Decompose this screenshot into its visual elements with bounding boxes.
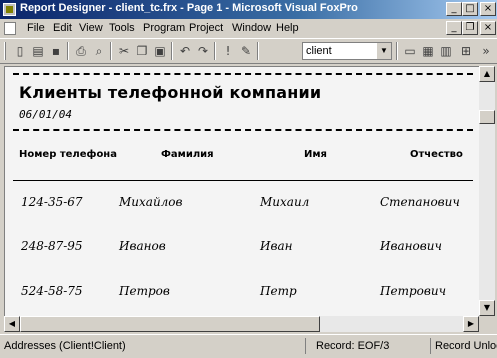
- status-record: Record: EOF/3: [316, 340, 390, 352]
- header-first-name[interactable]: Имя: [304, 149, 327, 160]
- report-title[interactable]: Клиенты телефонной компании: [19, 83, 321, 102]
- chevron-down-icon[interactable]: ▼: [376, 43, 391, 59]
- cell-first-name[interactable]: Иван: [260, 239, 293, 253]
- print-preview-icon[interactable]: ⌕: [91, 43, 107, 59]
- scroll-up-icon[interactable]: ▲: [479, 66, 495, 82]
- cell-patronymic[interactable]: Иванович: [380, 239, 442, 253]
- cell-last-name[interactable]: Михайлов: [119, 195, 183, 209]
- doc-minimize-button[interactable]: _: [446, 21, 462, 35]
- menu-file[interactable]: File: [27, 22, 45, 34]
- menu-project[interactable]: Project: [189, 22, 223, 34]
- status-bar: Addresses (Client!Client) Record: EOF/3 …: [0, 334, 497, 358]
- toolbar-separator: [110, 42, 112, 60]
- app-icon[interactable]: [3, 3, 16, 16]
- doc-restore-button[interactable]: ❐: [462, 21, 478, 35]
- cell-patronymic[interactable]: Степанович: [380, 195, 460, 209]
- paste-icon[interactable]: ▣: [152, 43, 168, 59]
- cut-icon[interactable]: ✂: [116, 43, 132, 59]
- run-icon[interactable]: !: [220, 43, 236, 59]
- header-rule: [13, 180, 473, 181]
- database-combo[interactable]: client ▼: [302, 42, 392, 60]
- toolbar-separator: [214, 42, 216, 60]
- menu-help[interactable]: Help: [276, 22, 299, 34]
- vertical-scrollbar[interactable]: ▲ ▼: [479, 66, 495, 316]
- toolbar-grip[interactable]: [4, 42, 6, 60]
- menu-program[interactable]: Program: [143, 22, 185, 34]
- maximize-button[interactable]: □: [462, 2, 478, 16]
- cell-first-name[interactable]: Михаил: [260, 195, 309, 209]
- cell-phone[interactable]: 524-58-75: [21, 284, 83, 298]
- document-icon[interactable]: [4, 22, 16, 35]
- status-divider: [305, 338, 306, 354]
- menu-view[interactable]: View: [79, 22, 103, 34]
- toolbar-separator: [396, 42, 398, 60]
- menu-window[interactable]: Window: [232, 22, 271, 34]
- cell-last-name[interactable]: Петров: [119, 284, 170, 298]
- report-canvas[interactable]: Клиенты телефонной компании 06/01/04 Ном…: [4, 66, 479, 316]
- form-icon[interactable]: ▭: [402, 43, 418, 59]
- close-button[interactable]: ×: [480, 2, 496, 16]
- label-icon[interactable]: ▥: [438, 43, 454, 59]
- cell-last-name[interactable]: Иванов: [119, 239, 166, 253]
- menu-tools[interactable]: Tools: [109, 22, 135, 34]
- save-icon[interactable]: ▪: [48, 43, 64, 59]
- redo-icon[interactable]: ↷: [195, 43, 211, 59]
- toolbar-separator: [171, 42, 173, 60]
- window-title: Report Designer - client_tc.frx - Page 1…: [20, 2, 358, 14]
- status-lock: Record Unlock: [435, 340, 497, 352]
- horizontal-scrollbar[interactable]: ◀ ▶: [4, 316, 479, 332]
- report-date[interactable]: 06/01/04: [19, 108, 72, 121]
- scrollbar-corner: [479, 316, 495, 332]
- band-separator: [13, 73, 473, 75]
- cell-phone[interactable]: 124-35-67: [21, 195, 83, 209]
- toolbar-separator: [257, 42, 259, 60]
- doc-close-button[interactable]: ×: [480, 21, 496, 35]
- menu-edit[interactable]: Edit: [53, 22, 72, 34]
- modify-form-icon[interactable]: ✎: [238, 43, 254, 59]
- status-divider: [430, 338, 431, 354]
- cell-phone[interactable]: 248-87-95: [21, 239, 83, 253]
- header-last-name[interactable]: Фамилия: [161, 149, 214, 160]
- horizontal-scroll-thumb[interactable]: [20, 316, 320, 332]
- zoom-icon[interactable]: ⊞: [458, 43, 474, 59]
- scroll-down-icon[interactable]: ▼: [479, 300, 495, 316]
- cell-first-name[interactable]: Петр: [260, 284, 297, 298]
- status-alias: Addresses (Client!Client): [4, 340, 126, 352]
- header-patronymic[interactable]: Отчество: [410, 149, 463, 160]
- title-bar[interactable]: Report Designer - client_tc.frx - Page 1…: [0, 0, 497, 19]
- print-icon[interactable]: ⎙: [73, 43, 89, 59]
- header-phone[interactable]: Номер телефона: [19, 149, 117, 160]
- cell-patronymic[interactable]: Петрович: [380, 284, 446, 298]
- open-icon[interactable]: ▤: [30, 43, 46, 59]
- standard-toolbar: ▯ ▤ ▪ ⎙ ⌕ ✂ ❐ ▣ ↶ ↷ ! ✎ client ▼ ▭ ▦ ▥ ⊞…: [0, 38, 497, 64]
- report-icon[interactable]: ▦: [420, 43, 436, 59]
- database-combo-value: client: [306, 45, 332, 57]
- toolbar-separator: [67, 42, 69, 60]
- vertical-scroll-thumb[interactable]: [479, 110, 495, 124]
- scroll-left-icon[interactable]: ◀: [4, 316, 20, 332]
- new-icon[interactable]: ▯: [12, 43, 28, 59]
- minimize-button[interactable]: _: [446, 2, 462, 16]
- undo-icon[interactable]: ↶: [177, 43, 193, 59]
- menu-bar: File Edit View Tools Program Project Win…: [0, 19, 497, 38]
- toolbar-overflow-icon[interactable]: »: [478, 43, 494, 59]
- copy-icon[interactable]: ❐: [134, 43, 150, 59]
- scroll-right-icon[interactable]: ▶: [463, 316, 479, 332]
- band-separator: [13, 129, 473, 131]
